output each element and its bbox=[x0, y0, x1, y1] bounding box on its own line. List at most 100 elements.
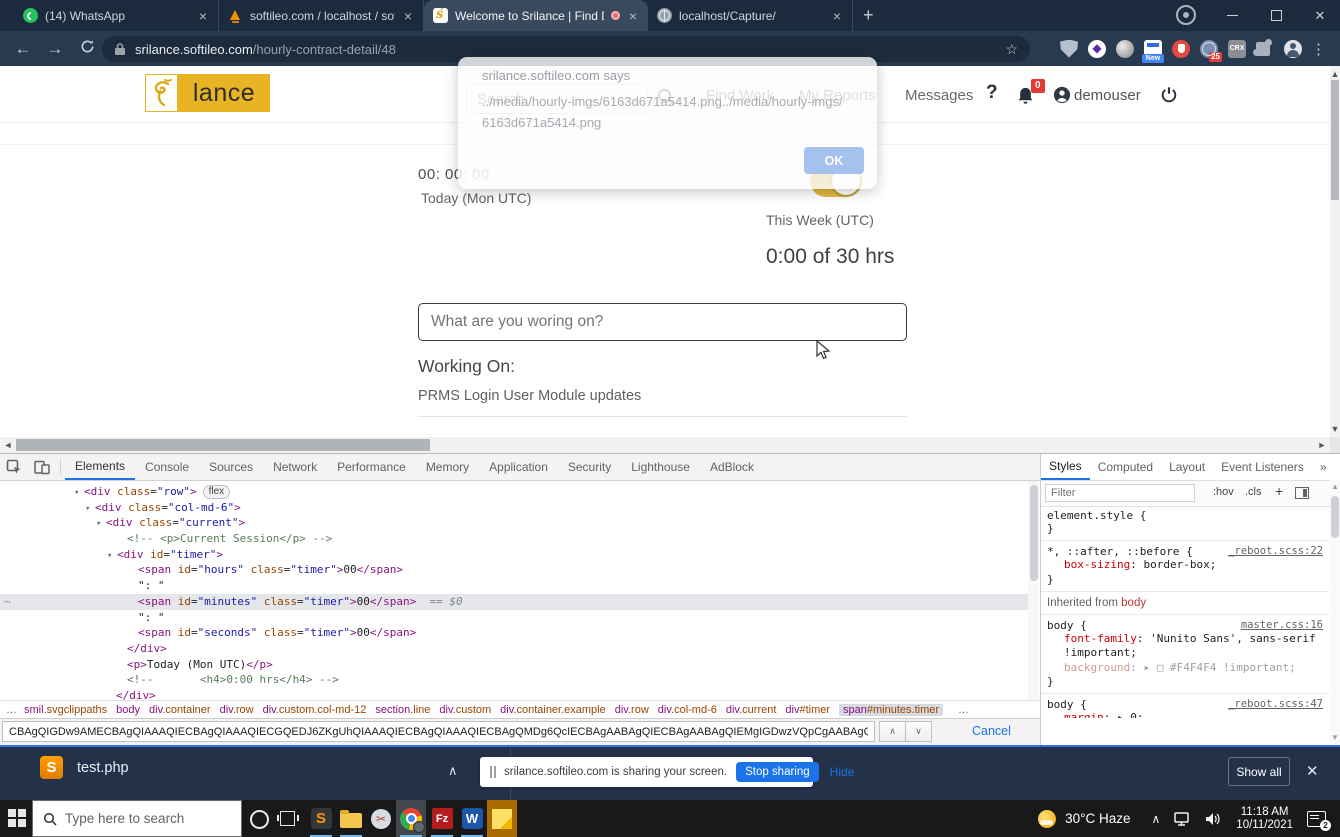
shield-extension-icon[interactable] bbox=[1060, 39, 1078, 58]
maximize-button[interactable] bbox=[1256, 0, 1296, 31]
code-line[interactable]: <!-- <p>Current Session</p> --> bbox=[0, 531, 1028, 547]
devtools-tab-performance[interactable]: Performance bbox=[327, 454, 416, 480]
hide-sharing-bar-link[interactable]: Hide bbox=[830, 765, 855, 779]
code-line[interactable]: ▾ <div class="current"> bbox=[0, 515, 1028, 531]
elements-scrollbar[interactable] bbox=[1028, 481, 1039, 700]
taskbar-search[interactable]: Type here to search bbox=[32, 800, 242, 837]
breadcrumb-item[interactable]: body bbox=[116, 704, 140, 716]
browser-tab[interactable]: (14) WhatsApp × bbox=[14, 0, 219, 31]
breadcrumb-item[interactable]: div.container.example bbox=[500, 704, 606, 716]
styles-scroll-down-icon[interactable]: ▼ bbox=[1330, 733, 1340, 742]
cortana-button[interactable] bbox=[250, 810, 269, 829]
breadcrumb-item[interactable]: div.custom bbox=[439, 704, 491, 716]
styles-scroll-thumb[interactable] bbox=[1331, 496, 1339, 538]
find-input[interactable] bbox=[2, 721, 875, 742]
code-line[interactable]: </div> bbox=[0, 688, 1028, 700]
scroll-down-icon[interactable]: ▼ bbox=[1327, 421, 1340, 437]
breadcrumb-item[interactable]: span#minutes.timer bbox=[839, 703, 944, 716]
action-center-icon[interactable]: 2 bbox=[1307, 810, 1331, 831]
page-horizontal-scrollbar[interactable]: ◄ ► bbox=[0, 437, 1330, 453]
taskbar-filezilla[interactable]: Fz bbox=[427, 800, 457, 837]
device-toolbar-icon[interactable] bbox=[34, 459, 50, 475]
breadcrumb-item[interactable]: section.line bbox=[375, 704, 430, 716]
stop-sharing-button[interactable]: Stop sharing bbox=[736, 762, 819, 782]
vscroll-thumb[interactable] bbox=[1331, 80, 1339, 200]
code-line[interactable]: <span id="hours" class="timer">00</span> bbox=[0, 562, 1028, 578]
inspect-element-icon[interactable] bbox=[6, 459, 22, 475]
stylesheet-link[interactable]: _reboot.scss:22 bbox=[1228, 545, 1323, 557]
styles-tab-event-listeners[interactable]: Event Listeners bbox=[1213, 455, 1312, 480]
taskbar-snipping-tool[interactable]: ✂ bbox=[366, 800, 396, 837]
css-property[interactable]: box-sizing: border-box; bbox=[1047, 558, 1323, 573]
dialog-ok-button[interactable]: OK bbox=[804, 147, 864, 174]
breadcrumb-item[interactable]: div.col-md-6 bbox=[658, 704, 717, 716]
cls-toggle[interactable]: .cls bbox=[1245, 486, 1262, 498]
stylesheet-link[interactable]: master.css:16 bbox=[1241, 619, 1323, 631]
nav-messages[interactable]: Messages bbox=[905, 87, 973, 104]
taskbar-chrome[interactable] bbox=[396, 800, 426, 837]
breadcrumb-overflow-left[interactable]: … bbox=[6, 704, 18, 716]
weather-label[interactable]: 30°C Haze bbox=[1065, 811, 1130, 826]
find-previous-button[interactable]: ∧ bbox=[879, 721, 906, 742]
code-line[interactable]: <!-- <h4>0:00 hrs</h4> --> bbox=[0, 672, 1028, 688]
media-controls-button[interactable] bbox=[1176, 5, 1196, 25]
srilance-logo[interactable]: lance bbox=[145, 74, 270, 112]
back-button[interactable]: ← bbox=[12, 38, 34, 60]
hov-toggle[interactable]: :hov bbox=[1213, 486, 1234, 498]
taskbar-clock[interactable]: 11:18 AM 10/11/2021 bbox=[1236, 806, 1293, 832]
weather-icon[interactable] bbox=[1038, 809, 1057, 828]
styles-scroll-up-icon[interactable]: ▲ bbox=[1330, 482, 1340, 491]
hscroll-thumb[interactable] bbox=[16, 439, 430, 451]
scroll-left-icon[interactable]: ◄ bbox=[0, 437, 16, 453]
page-vertical-scrollbar[interactable]: ▲ ▼ bbox=[1330, 66, 1340, 437]
taskbar-explorer[interactable] bbox=[336, 800, 366, 837]
network-icon[interactable] bbox=[1174, 811, 1191, 826]
find-next-button[interactable]: ∨ bbox=[905, 721, 932, 742]
code-line[interactable]: ": " bbox=[0, 578, 1028, 594]
taskbar-sublime[interactable]: S bbox=[306, 800, 336, 837]
breadcrumb-overflow-right[interactable]: … bbox=[958, 704, 970, 716]
forward-button[interactable]: → bbox=[44, 38, 66, 60]
styles-filter-input[interactable] bbox=[1045, 484, 1195, 502]
bookmark-star-icon[interactable]: ☆ bbox=[1005, 41, 1018, 58]
logout-power-icon[interactable] bbox=[1160, 86, 1178, 109]
task-input[interactable] bbox=[418, 303, 907, 341]
gray-extension-icon[interactable] bbox=[1116, 39, 1134, 58]
minimize-button[interactable] bbox=[1212, 0, 1252, 31]
volume-icon[interactable] bbox=[1205, 812, 1221, 826]
help-button[interactable]: ? bbox=[986, 82, 998, 104]
breadcrumb-item[interactable]: div#timer bbox=[785, 704, 830, 716]
css-property[interactable]: background: ▸ □ #F4F4F4 !important; bbox=[1047, 661, 1323, 676]
new-style-rule-button[interactable]: + bbox=[1275, 483, 1283, 499]
adblock-hand-extension-icon[interactable] bbox=[1172, 39, 1190, 58]
row-actions-icon[interactable]: ⋯ bbox=[4, 594, 12, 610]
css-property[interactable]: margin: ▸ 0; bbox=[1047, 711, 1323, 718]
find-cancel-button[interactable]: Cancel bbox=[972, 724, 1011, 738]
new-tab-button[interactable]: + bbox=[853, 0, 884, 31]
extensions-puzzle-icon[interactable] bbox=[1253, 38, 1272, 56]
breadcrumb-item[interactable]: div.container bbox=[149, 704, 211, 716]
username-label[interactable]: demouser bbox=[1074, 87, 1141, 104]
styles-tab-layout[interactable]: Layout bbox=[1161, 455, 1213, 480]
show-all-button[interactable]: Show all bbox=[1228, 757, 1290, 786]
tab-close-icon[interactable]: × bbox=[831, 9, 843, 23]
css-property[interactable]: font-family: 'Nunito Sans', sans-serif !… bbox=[1047, 632, 1323, 661]
toggle-panel-icon[interactable] bbox=[1295, 487, 1309, 499]
breadcrumb-item[interactable]: smil.svgclippaths bbox=[24, 704, 107, 716]
browser-tab[interactable]: localhost/Capture/ × bbox=[648, 0, 853, 31]
devtools-tab-memory[interactable]: Memory bbox=[416, 454, 479, 480]
styles-tab-styles[interactable]: Styles bbox=[1041, 455, 1090, 480]
start-button[interactable] bbox=[8, 809, 26, 827]
styles-scrollbar[interactable]: ▲ ▼ bbox=[1330, 480, 1340, 745]
browser-tab[interactable]: Welcome to Srilance | Find D × bbox=[424, 0, 648, 31]
breadcrumb-item[interactable]: div.row bbox=[220, 704, 254, 716]
tab-close-icon[interactable]: × bbox=[402, 9, 414, 23]
code-line[interactable]: ▾ <div class="row"> flex bbox=[0, 484, 1028, 500]
code-line[interactable]: ": " bbox=[0, 610, 1028, 626]
close-window-button[interactable]: ✕ bbox=[1300, 0, 1340, 31]
devtools-tab-console[interactable]: Console bbox=[135, 454, 199, 480]
code-line[interactable]: <p>Today (Mon UTC)</p> bbox=[0, 657, 1028, 673]
tray-chevron-icon[interactable]: ∧ bbox=[1152, 812, 1161, 826]
flex-badge[interactable]: flex bbox=[202, 485, 231, 499]
user-avatar-icon[interactable] bbox=[1053, 86, 1071, 109]
